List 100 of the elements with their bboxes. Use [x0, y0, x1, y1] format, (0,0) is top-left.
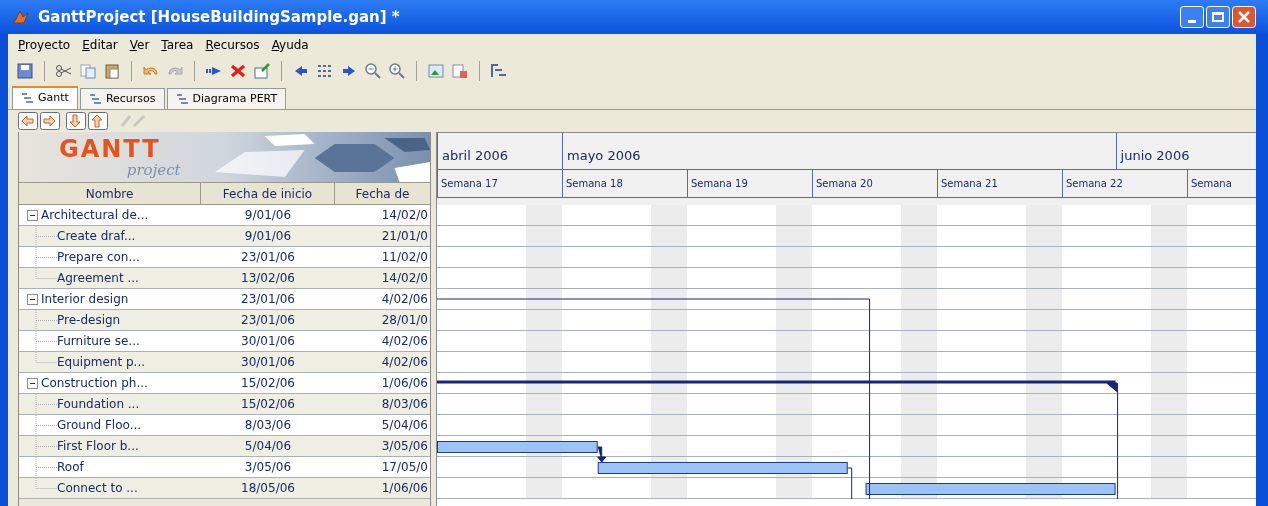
task-name-cell[interactable]: Ground Floo...	[19, 415, 201, 435]
start-date-cell-text: 5/04/06	[243, 438, 293, 455]
save-icon[interactable]	[16, 62, 34, 80]
task-name-cell[interactable]: Prepare con...	[19, 247, 201, 267]
end-date-cell-text: 1/06/06	[380, 480, 429, 497]
end-date-cell-text: 4/02/06	[380, 354, 429, 371]
menu-item[interactable]: Proyecto	[12, 36, 77, 54]
task-name-cell[interactable]: Create draf...	[19, 226, 201, 246]
start-date-cell-text: 15/02/06	[240, 375, 296, 392]
week-header: Semana 18	[562, 170, 687, 198]
task-bar[interactable]	[865, 483, 1116, 495]
start-date-cell-text: 23/01/06	[240, 312, 296, 329]
column-header[interactable]: Nombre	[19, 183, 201, 204]
end-date-cell-text: 11/02/0	[380, 249, 429, 266]
week-header: Semana 20	[812, 170, 937, 198]
tab-icon	[175, 93, 189, 105]
task-name: Pre-design	[57, 312, 121, 329]
image-icon[interactable]	[427, 62, 445, 80]
task-name-cell[interactable]: Foundation ...	[19, 394, 201, 414]
start-date-cell-text: 23/01/06	[240, 249, 296, 266]
task-name-cell[interactable]: Agreement ...	[19, 268, 201, 288]
end-date-cell-text: 14/02/0	[380, 207, 429, 224]
start-date-cell-text: 3/05/06	[243, 459, 293, 476]
end-date-cell-text: 1/06/06	[380, 375, 429, 392]
menu-item[interactable]: Recursos	[199, 36, 266, 54]
task-name-cell[interactable]: First Floor b...	[19, 436, 201, 456]
week-header: Semana 22	[1062, 170, 1187, 198]
summary-bar[interactable]	[437, 380, 1118, 391]
splitter-handle[interactable]	[430, 132, 437, 506]
properties-icon[interactable]	[253, 62, 271, 80]
indent-right-icon[interactable]	[40, 112, 60, 130]
start-date-cell-text: 18/05/06	[240, 480, 296, 497]
move-up-icon[interactable]	[88, 112, 108, 130]
logo-subtitle: project	[126, 162, 181, 178]
task-name: Roof	[57, 459, 84, 476]
dependency-arrow	[597, 446, 607, 463]
task-name-cell[interactable]: Construction ph...	[19, 373, 201, 393]
task-name-cell[interactable]: Connect to ...	[19, 478, 201, 498]
tab[interactable]: Recursos	[79, 88, 165, 109]
app-icon	[12, 9, 30, 25]
grid-icon[interactable]	[316, 62, 334, 80]
indent-left-icon[interactable]	[18, 112, 38, 130]
end-date-cell-text: 3/05/06	[380, 438, 429, 455]
collapse-icon[interactable]	[27, 293, 38, 305]
end-date-cell-text: 4/02/06	[380, 333, 429, 350]
collapse-icon[interactable]	[27, 209, 38, 221]
delete-icon[interactable]	[229, 62, 247, 80]
column-header[interactable]: Fecha de	[335, 183, 430, 204]
task-name-cell[interactable]: Pre-design	[19, 310, 201, 330]
collapse-icon[interactable]	[27, 377, 38, 389]
task-bar[interactable]	[437, 441, 598, 453]
task-name-cell[interactable]: Interior design	[19, 289, 201, 309]
minimize-button[interactable]	[1180, 6, 1204, 28]
week-header: Semana 17	[437, 170, 562, 198]
task-name: Connect to ...	[57, 480, 138, 497]
task-name-cell[interactable]: Equipment p...	[19, 352, 201, 372]
task-name: First Floor b...	[57, 438, 139, 455]
document-icon[interactable]	[451, 62, 469, 80]
menu-item[interactable]: Ver	[123, 36, 156, 54]
paste-icon[interactable]	[103, 62, 121, 80]
end-date-cell-text: 5/04/06	[380, 417, 429, 434]
maximize-button[interactable]	[1206, 6, 1230, 28]
week-header: Semana 21	[937, 170, 1062, 198]
scissors-icon[interactable]	[55, 62, 73, 80]
close-icon[interactable]	[1232, 6, 1256, 28]
menu-item[interactable]: Tarea	[155, 36, 200, 54]
week-header: Semana 19	[687, 170, 812, 198]
column-header[interactable]: Fecha de inicio	[201, 183, 335, 204]
start-date-cell-text: 15/02/06	[240, 396, 296, 413]
copy-icon[interactable]	[79, 62, 97, 80]
zoom-in-icon[interactable]	[388, 62, 406, 80]
window-title: GanttProject [HouseBuildingSample.gan] *	[38, 6, 400, 28]
task-name: Prepare con...	[57, 249, 140, 266]
end-date-cell-text: 17/05/0	[380, 459, 429, 476]
month-header: mayo 2006	[562, 133, 1116, 169]
link-icon	[118, 112, 148, 130]
task-name-cell[interactable]: Architectural de...	[19, 205, 201, 225]
start-date-cell-text: 23/01/06	[240, 291, 296, 308]
task-name: Construction ph...	[41, 375, 148, 392]
zoom-out-icon[interactable]	[364, 62, 382, 80]
start-date-cell-text: 8/03/06	[243, 417, 293, 434]
task-name: Interior design	[41, 291, 129, 308]
task-name: Agreement ...	[57, 270, 139, 287]
tab-icon	[21, 93, 34, 104]
menu-item[interactable]: Ayuda	[265, 36, 315, 54]
tab[interactable]: Gantt	[12, 86, 78, 109]
chart-icon[interactable]	[490, 62, 508, 80]
start-date-cell-text: 13/02/06	[240, 270, 296, 287]
task-name-cell[interactable]: Roof	[19, 457, 201, 477]
end-date-cell-text: 28/01/0	[380, 312, 429, 329]
task-name-cell[interactable]: Furniture se...	[19, 331, 201, 351]
task-bar[interactable]	[597, 462, 848, 474]
menu-item[interactable]: Editar	[76, 36, 124, 54]
start-date-cell-text: 9/01/06	[243, 207, 293, 224]
task-name: Foundation ...	[57, 396, 140, 413]
move-down-icon[interactable]	[66, 112, 86, 130]
end-date-cell-text: 14/02/0	[380, 270, 429, 287]
month-header: abril 2006	[437, 133, 562, 169]
tab[interactable]: Diagrama PERT	[166, 88, 287, 109]
month-header: junio 2006	[1115, 133, 1255, 169]
